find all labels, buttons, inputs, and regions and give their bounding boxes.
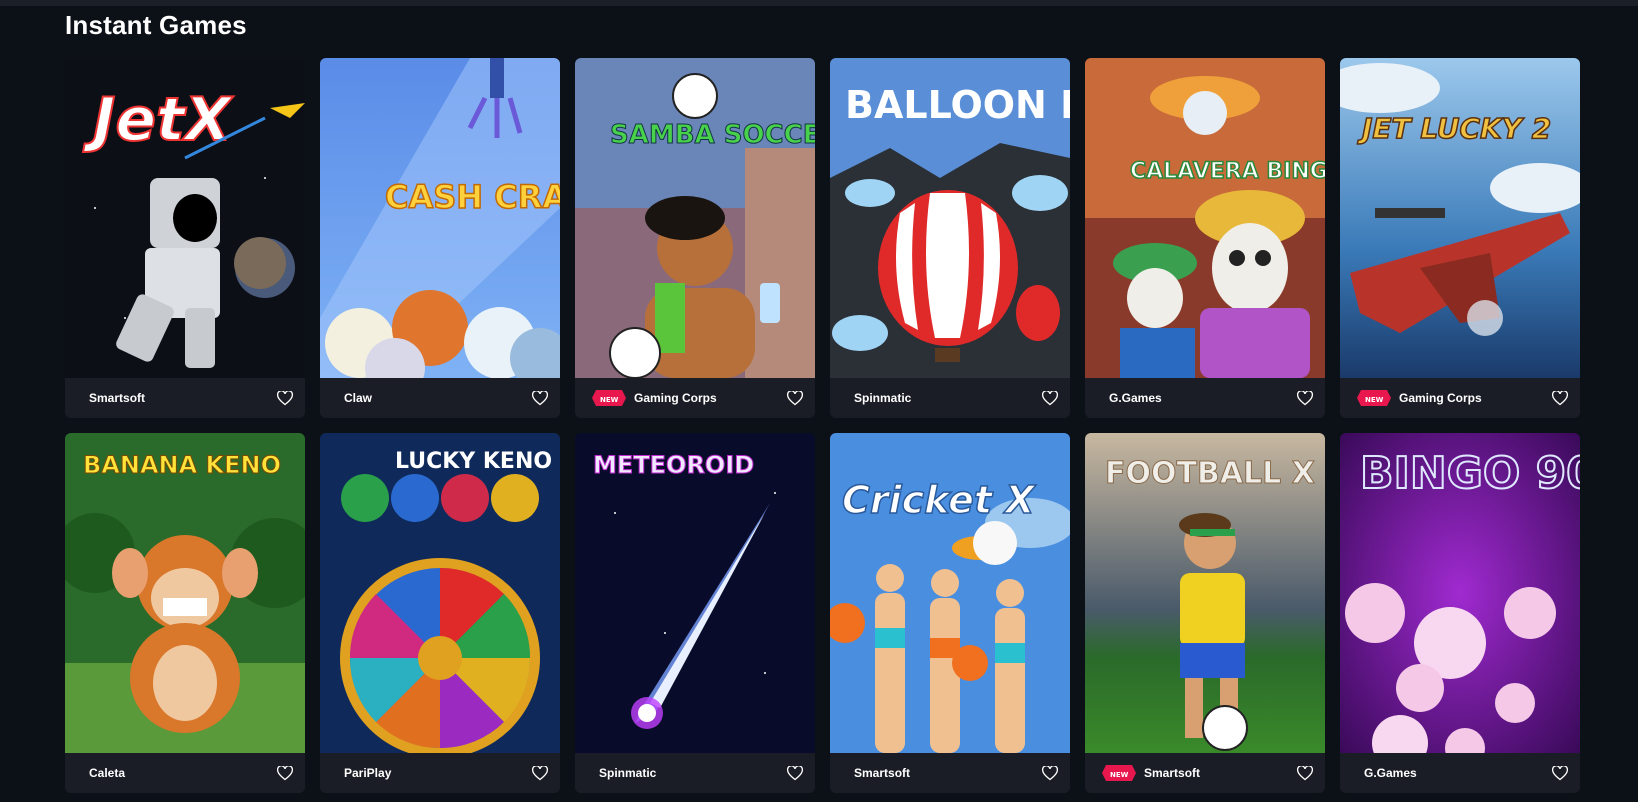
provider-name: Spinmatic — [599, 766, 657, 780]
card-footer: NEW Gaming Corps — [575, 378, 815, 418]
new-badge-icon: NEW — [1357, 390, 1391, 406]
provider-name: Claw — [344, 391, 373, 405]
game-card[interactable]: BALLOON RUN Spinmatic — [830, 58, 1070, 418]
art-title-text: CALAVERA BINGO — [1130, 159, 1325, 184]
favorite-heart-icon[interactable] — [1042, 766, 1058, 781]
provider-name: G.Games — [1109, 391, 1162, 405]
card-footer: G.Games — [1085, 378, 1325, 418]
art-title-text: CASH CRAB — [385, 178, 560, 216]
card-footer: Spinmatic — [575, 753, 815, 793]
game-card[interactable]: JetX Smartsoft — [65, 58, 305, 418]
art-title-text: BALLOON RUN — [845, 83, 1070, 127]
provider-name: Spinmatic — [854, 391, 912, 405]
game-thumbnail[interactable]: BALLOON RUN — [830, 58, 1070, 378]
card-footer: NEW Smartsoft — [1085, 753, 1325, 793]
favorite-heart-icon[interactable] — [1042, 391, 1058, 406]
favorite-heart-icon[interactable] — [1297, 766, 1313, 781]
game-card[interactable]: BINGO 90 G.Games — [1340, 433, 1580, 793]
card-footer: PariPlay — [320, 753, 560, 793]
favorite-heart-icon[interactable] — [277, 391, 293, 406]
game-card[interactable]: Cricket X Smartsoft — [830, 433, 1070, 793]
game-thumbnail[interactable]: JET LUCKY 2 — [1340, 58, 1580, 378]
new-badge-icon: NEW — [1102, 765, 1136, 781]
art-title-text: BANANA KENO — [83, 451, 281, 479]
game-thumbnail[interactable]: BANANA KENO — [65, 433, 305, 753]
art-title-text: BINGO 90 — [1360, 448, 1580, 499]
card-footer: NEW Gaming Corps — [1340, 378, 1580, 418]
game-thumbnail[interactable]: CASH CRAB — [320, 58, 560, 378]
game-thumbnail[interactable]: FOOTBALL X — [1085, 433, 1325, 753]
game-card[interactable]: CASH CRAB Claw — [320, 58, 560, 418]
favorite-heart-icon[interactable] — [1552, 391, 1568, 406]
card-footer: G.Games — [1340, 753, 1580, 793]
game-card[interactable]: FOOTBALL X NEW Smartsoft — [1085, 433, 1325, 793]
new-badge-text: NEW — [600, 396, 619, 404]
game-card[interactable]: BANANA KENO Caleta — [65, 433, 305, 793]
game-thumbnail[interactable]: Cricket X — [830, 433, 1070, 753]
card-footer: Smartsoft — [65, 378, 305, 418]
game-thumbnail[interactable]: SAMBA SOCCER — [575, 58, 815, 378]
game-thumbnail[interactable]: BINGO 90 — [1340, 433, 1580, 753]
game-thumbnail[interactable]: JetX — [65, 58, 305, 378]
favorite-heart-icon[interactable] — [532, 766, 548, 781]
provider-name: G.Games — [1364, 766, 1417, 780]
card-footer: Claw — [320, 378, 560, 418]
art-title-text: METEOROID — [593, 451, 754, 479]
favorite-heart-icon[interactable] — [1297, 391, 1313, 406]
new-badge-text: NEW — [1365, 396, 1384, 404]
game-card[interactable]: JET LUCKY 2 NEW Gaming Corps — [1340, 58, 1580, 418]
art-title-text: FOOTBALL X — [1105, 456, 1315, 491]
game-card[interactable]: LUCKY KENO PariPlay — [320, 433, 560, 793]
provider-name: Smartsoft — [1144, 766, 1201, 780]
new-badge-text: NEW — [1110, 771, 1129, 779]
card-footer: Smartsoft — [830, 753, 1070, 793]
section-title: Instant Games — [65, 10, 247, 40]
game-card[interactable]: CALAVERA BINGO G.Games — [1085, 58, 1325, 418]
favorite-heart-icon[interactable] — [532, 391, 548, 406]
new-badge-icon: NEW — [592, 390, 626, 406]
provider-name: Gaming Corps — [1399, 391, 1482, 405]
art-title-text: Cricket X — [842, 478, 1036, 522]
art-title-text: SAMBA SOCCER — [610, 120, 815, 150]
card-footer: Caleta — [65, 753, 305, 793]
art-title-text: JET LUCKY 2 — [1357, 112, 1551, 145]
top-bar — [0, 0, 1638, 6]
favorite-heart-icon[interactable] — [787, 391, 803, 406]
game-card[interactable]: METEOROID Spinmatic — [575, 433, 815, 793]
card-footer: Spinmatic — [830, 378, 1070, 418]
provider-name: Smartsoft — [854, 766, 911, 780]
art-title-text: LUCKY KENO — [395, 449, 552, 474]
favorite-heart-icon[interactable] — [1552, 766, 1568, 781]
provider-name: PariPlay — [344, 766, 392, 780]
favorite-heart-icon[interactable] — [277, 766, 293, 781]
game-thumbnail[interactable]: METEOROID — [575, 433, 815, 753]
game-card[interactable]: SAMBA SOCCER NEW Gaming Corps — [575, 58, 815, 418]
game-thumbnail[interactable]: LUCKY KENO — [320, 433, 560, 753]
provider-name: Smartsoft — [89, 391, 146, 405]
provider-name: Caleta — [89, 766, 126, 780]
favorite-heart-icon[interactable] — [787, 766, 803, 781]
provider-name: Gaming Corps — [634, 391, 717, 405]
game-thumbnail[interactable]: CALAVERA BINGO — [1085, 58, 1325, 378]
